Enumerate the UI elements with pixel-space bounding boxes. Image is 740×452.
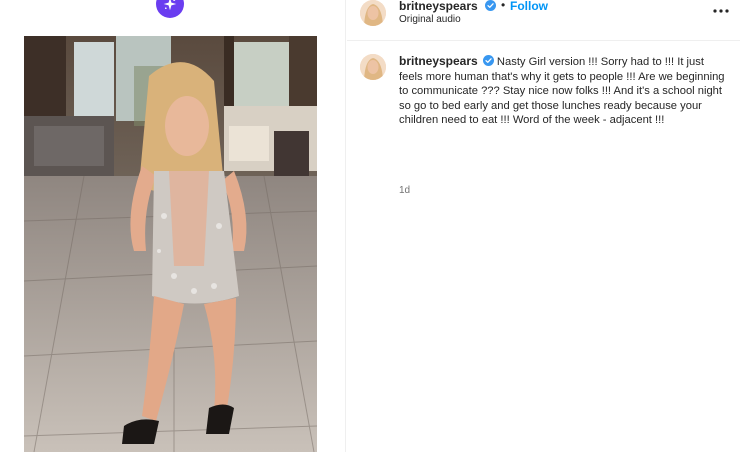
caption-username[interactable]: britneyspears — [399, 54, 478, 68]
post-time[interactable]: 1d — [399, 185, 410, 196]
video-frame — [24, 36, 317, 452]
reel-badge[interactable] — [156, 0, 184, 18]
more-options-icon[interactable] — [712, 4, 730, 18]
verified-badge-icon — [482, 55, 494, 66]
caption-text-block: britneyspears Nasty Girl version !!! Sor… — [399, 54, 729, 128]
post-details-panel: britneyspears • Follow Original audio br… — [347, 0, 740, 452]
post-header: britneyspears • Follow Original audio — [347, 0, 740, 41]
avatar-image — [360, 0, 386, 26]
follow-button[interactable]: Follow — [510, 0, 548, 13]
avatar[interactable] — [360, 0, 386, 26]
post-video[interactable] — [24, 36, 317, 452]
pane-divider — [345, 0, 346, 452]
caption-avatar[interactable] — [360, 54, 386, 80]
audio-link[interactable]: Original audio — [399, 14, 461, 25]
avatar-image — [360, 54, 386, 80]
media-pane — [0, 0, 346, 452]
header-username[interactable]: britneyspears — [399, 0, 478, 13]
verified-badge-icon — [485, 0, 496, 11]
separator-dot: • — [501, 0, 506, 12]
sparkle-icon — [163, 0, 177, 11]
